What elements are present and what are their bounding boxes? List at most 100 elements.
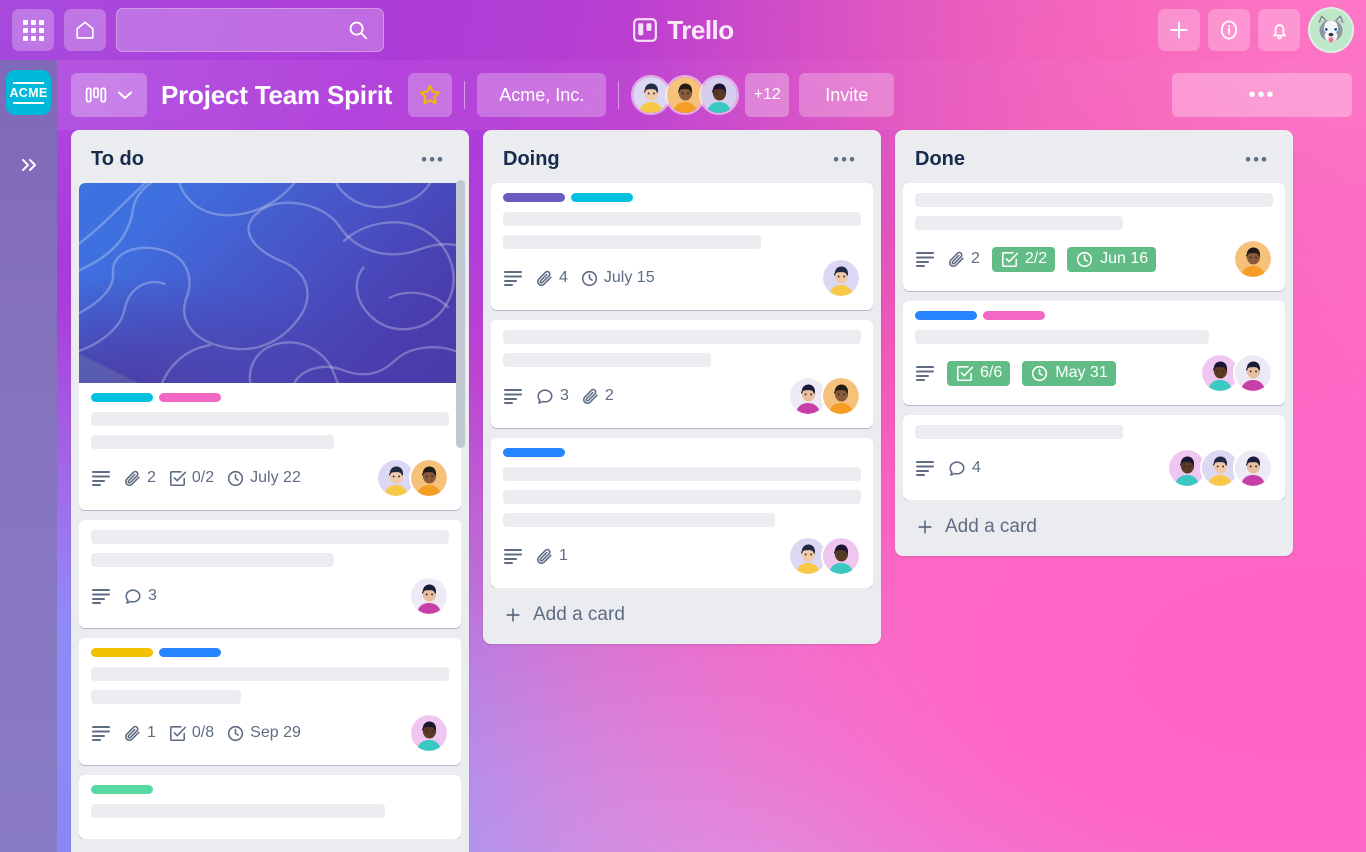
card-avatar-b-wrap[interactable] — [409, 458, 449, 498]
list-menu-icon[interactable]: ••• — [829, 150, 861, 170]
badge-description[interactable] — [503, 547, 523, 565]
card-label-2[interactable] — [159, 648, 221, 657]
attachment-icon — [948, 251, 964, 267]
card-done-comments[interactable]: 4 — [903, 415, 1285, 500]
cover-corner-shape — [79, 349, 139, 383]
apps-grid-button[interactable] — [12, 9, 54, 51]
card-label-2[interactable] — [571, 193, 633, 202]
card-member-avatars — [821, 258, 861, 298]
info-button[interactable] — [1208, 9, 1250, 51]
badge-checklist[interactable]: 6/6 — [947, 360, 1011, 386]
card-avatar-c-wrap[interactable] — [409, 576, 449, 616]
card-title-line-1 — [915, 193, 1273, 207]
badge-attachment[interactable]: 1 — [535, 547, 568, 566]
card-avatar-d-wrap[interactable] — [409, 713, 449, 753]
star-board-button[interactable] — [408, 73, 453, 117]
add-a-card-button[interactable]: Add a card — [903, 500, 1285, 556]
card-label-1[interactable] — [503, 193, 565, 202]
badge-clock[interactable]: Jun 16 — [1067, 246, 1157, 272]
card-label-1[interactable] — [91, 648, 153, 657]
card-cover-topographic[interactable]: 2 0/2 July 22 — [79, 183, 461, 510]
card-green-label-partial[interactable] — [79, 775, 461, 839]
card-label-2[interactable] — [983, 311, 1045, 320]
list-menu-icon[interactable]: ••• — [1241, 150, 1273, 170]
card-label-1[interactable] — [915, 311, 977, 320]
badge-attachment[interactable]: 2 — [123, 469, 156, 488]
badge-attachment[interactable]: 4 — [535, 269, 568, 288]
badge-attachment[interactable]: 2 — [581, 387, 614, 406]
search-input[interactable] — [131, 21, 347, 39]
search-icon[interactable] — [347, 19, 369, 41]
card-label-1[interactable] — [91, 393, 153, 402]
badge-attachment[interactable]: 1 — [123, 724, 156, 743]
card-labels — [91, 785, 449, 794]
add-a-card-label: Add a card — [533, 604, 625, 625]
badge-description[interactable] — [91, 469, 111, 487]
badge-value: 2 — [604, 387, 614, 404]
card-avatar-i-wrap[interactable] — [821, 536, 861, 576]
badge-description[interactable] — [503, 387, 523, 405]
card-yellow-blue-labels[interactable]: 1 0/8 Sep 29 — [79, 638, 461, 765]
card-member-avatars — [376, 458, 449, 498]
list-scrollbar-track[interactable] — [456, 180, 465, 852]
badge-clock[interactable]: May 31 — [1022, 360, 1116, 386]
member-avatar-3[interactable] — [699, 75, 740, 115]
list-menu-icon[interactable]: ••• — [417, 150, 449, 170]
card-purple-cyan-labels[interactable]: 4 July 15 — [491, 183, 873, 310]
card-avatar-l-wrap[interactable] — [1233, 353, 1273, 393]
badge-checklist[interactable]: 2/2 — [991, 246, 1056, 272]
card-done-may31[interactable]: 6/6 May 31 — [903, 301, 1285, 405]
badge-attachment[interactable]: 2 — [947, 250, 980, 269]
card-member-avatars — [788, 536, 861, 576]
expand-sidebar-button[interactable] — [0, 145, 57, 185]
card-badges: 1 — [503, 536, 861, 576]
grid-apps-icon — [22, 19, 44, 41]
card-avatar-j-wrap[interactable] — [1233, 239, 1273, 279]
card-avatar-e-wrap[interactable] — [821, 258, 861, 298]
card-title-line-2 — [503, 490, 861, 504]
badge-comment[interactable]: 4 — [947, 459, 981, 478]
home-button[interactable] — [64, 9, 106, 51]
card-label-1[interactable] — [91, 785, 153, 794]
member-overflow-button[interactable]: +12 — [745, 73, 790, 117]
list-title[interactable]: Done — [915, 148, 965, 171]
badge-checklist[interactable]: 0/8 — [168, 724, 214, 743]
card-label-1[interactable] — [503, 448, 565, 457]
list-title[interactable]: Doing — [503, 148, 560, 171]
search-box[interactable] — [116, 8, 384, 52]
badge-description[interactable] — [91, 724, 111, 742]
badge-checklist[interactable]: 0/2 — [168, 469, 214, 488]
board-view-switcher[interactable] — [71, 73, 147, 117]
card-blue-label-three-lines[interactable]: 1 — [491, 438, 873, 588]
board-menu-button[interactable]: ••• — [1172, 73, 1352, 117]
card-label-2[interactable] — [159, 393, 221, 402]
badge-description[interactable] — [915, 364, 935, 382]
board-title[interactable]: Project Team Spirit — [161, 80, 392, 111]
card-comments-attachments[interactable]: 3 2 — [491, 320, 873, 428]
trello-home-link[interactable]: Trello — [632, 15, 734, 46]
invite-button[interactable]: Invite — [799, 73, 895, 117]
create-button[interactable] — [1158, 9, 1200, 51]
badge-clock[interactable]: Sep 29 — [226, 724, 301, 743]
badge-description[interactable] — [915, 459, 935, 477]
badge-clock[interactable]: July 15 — [580, 269, 655, 288]
card-done-jun16[interactable]: 2 2/2 Jun 16 — [903, 183, 1285, 291]
organization-button[interactable]: Acme, Inc. — [477, 73, 607, 117]
card-labels — [91, 648, 449, 657]
notifications-button[interactable] — [1258, 9, 1300, 51]
card-avatar-o-wrap[interactable] — [1233, 448, 1273, 488]
badge-description[interactable] — [915, 250, 935, 268]
badge-comment[interactable]: 3 — [123, 587, 157, 606]
add-a-card-button[interactable]: Add a card — [491, 588, 873, 644]
card-plain-comments[interactable]: 3 — [79, 520, 461, 628]
badge-description[interactable] — [503, 269, 523, 287]
profile-avatar-button[interactable] — [1308, 7, 1354, 53]
card-avatar-g-wrap[interactable] — [821, 376, 861, 416]
badge-value: Jun 16 — [1100, 250, 1149, 267]
workspace-logo-acme[interactable]: ACME — [6, 70, 51, 115]
list-scrollbar-thumb[interactable] — [456, 180, 465, 448]
badge-clock[interactable]: July 22 — [226, 469, 301, 488]
badge-comment[interactable]: 3 — [535, 387, 569, 406]
badge-description[interactable] — [91, 587, 111, 605]
list-title[interactable]: To do — [91, 148, 144, 171]
